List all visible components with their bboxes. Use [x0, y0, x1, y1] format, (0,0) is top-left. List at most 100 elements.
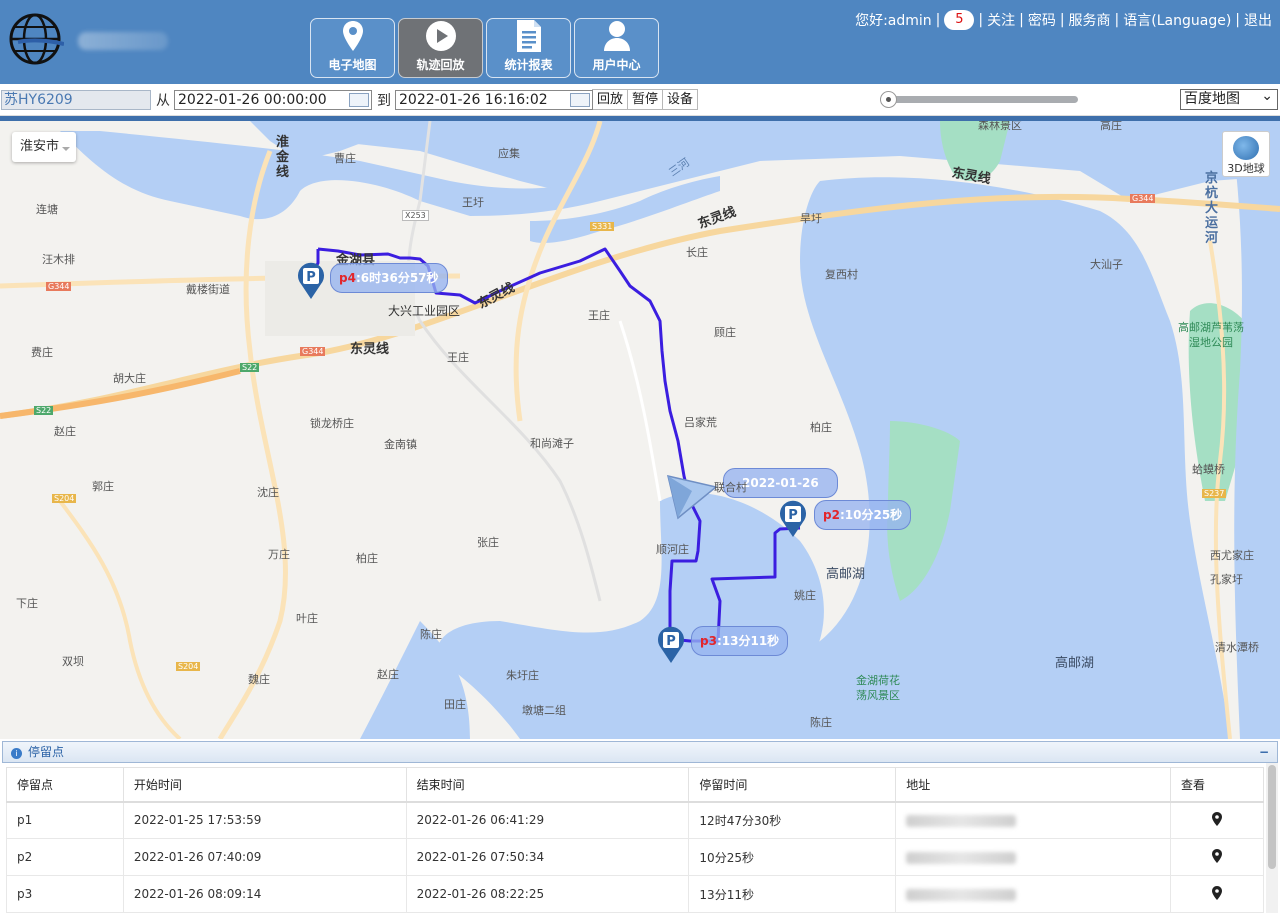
map-label: 东灵线: [350, 342, 390, 357]
map-label: 森林景区: [978, 121, 1022, 132]
map-view[interactable]: 淮安市 3D地球 曹庄 应集 王圩 连塘 汪木排 戴楼街道 金湖县 大兴工业园区…: [0, 121, 1280, 739]
map-label: 费庄: [31, 346, 53, 359]
calendar-icon[interactable]: [349, 92, 369, 107]
play-icon: [424, 19, 458, 53]
nav-label: 轨迹回放: [416, 58, 465, 72]
road-shield: S22: [240, 363, 260, 372]
cell-duration: 13分11秒: [688, 875, 897, 913]
greeting: 您好:admin: [855, 13, 932, 29]
link-provider[interactable]: 服务商: [1069, 10, 1111, 30]
cell-start: 2022-01-26 07:40:09: [122, 838, 407, 876]
road-shield: S237: [1202, 489, 1227, 498]
table-row[interactable]: p1 2022-01-25 17:53:59 2022-01-26 06:41:…: [6, 801, 1264, 839]
map-label: 万庄: [268, 548, 290, 561]
link-follow[interactable]: 关注: [987, 10, 1015, 30]
locate-pin-icon[interactable]: [1212, 848, 1223, 863]
col-duration[interactable]: 停留时间: [688, 767, 897, 803]
scrollbar-thumb[interactable]: [1268, 765, 1276, 869]
map-label: 金南镇: [384, 438, 417, 451]
end-time-value: 2022-01-26 16:16:02: [399, 91, 548, 108]
map-label: 联合村: [714, 481, 747, 494]
cell-view: [1170, 801, 1264, 839]
map-label: 沈庄: [257, 486, 279, 499]
playback-speed-slider[interactable]: [880, 91, 1078, 108]
pause-button[interactable]: 暂停: [627, 89, 664, 110]
map-label: 王庄: [588, 309, 610, 322]
map-label: 复西村: [825, 268, 858, 281]
map-label: 朱圩庄: [506, 669, 539, 682]
locate-pin-icon[interactable]: [1212, 885, 1223, 900]
globe-logo-icon: [9, 13, 64, 65]
map-label: 孔家圩: [1210, 573, 1243, 586]
table-scrollbar[interactable]: [1266, 763, 1278, 913]
road-shield: G344: [300, 347, 326, 356]
table-row[interactable]: p3 2022-01-26 08:09:14 2022-01-26 08:22:…: [6, 875, 1264, 913]
nav-track-playback[interactable]: 轨迹回放: [398, 18, 483, 78]
col-start[interactable]: 开始时间: [122, 767, 407, 803]
message-count-badge[interactable]: 5: [944, 10, 975, 30]
cell-id: p3: [6, 875, 124, 913]
link-logout[interactable]: 退出: [1244, 10, 1272, 30]
col-address[interactable]: 地址: [895, 767, 1172, 803]
nav-label: 电子地图: [328, 58, 377, 72]
map-label: 郭庄: [92, 480, 114, 493]
stop-bubble-p2[interactable]: p2:10分25秒: [814, 500, 912, 530]
device-button[interactable]: 设备: [662, 89, 699, 110]
company-name-blurred: [78, 32, 168, 50]
map-label: 汪木排: [42, 253, 75, 266]
locate-pin-icon[interactable]: [1212, 811, 1223, 826]
svg-text:P: P: [306, 270, 316, 285]
parking-pin-icon[interactable]: P: [657, 626, 685, 664]
map-label: 长庄: [686, 246, 708, 259]
stop-bubble-p4[interactable]: p4:6时36分57秒: [330, 263, 448, 293]
map-label: 墩塘二组: [522, 704, 566, 717]
road-shield: S22: [34, 406, 54, 415]
vehicle-plate-input[interactable]: 苏HY6209: [1, 89, 151, 110]
map-label: 姚庄: [794, 589, 816, 602]
stop-table-container: 停留点 开始时间 结束时间 停留时间 地址 查看 p1 2022-01-25 1…: [6, 767, 1264, 913]
map-label: 顾庄: [714, 326, 736, 339]
map-label: 双坝: [62, 655, 84, 668]
slider-handle[interactable]: [880, 91, 897, 108]
col-end[interactable]: 结束时间: [405, 767, 690, 803]
link-password[interactable]: 密码: [1028, 10, 1056, 30]
to-label: 到: [377, 92, 391, 109]
map-label: 大汕子: [1090, 258, 1123, 271]
nav-label: 用户中心: [592, 58, 641, 72]
map-label: 吕家荒: [684, 416, 717, 429]
road-shield: G344: [1130, 194, 1156, 203]
3d-globe-button[interactable]: 3D地球: [1222, 131, 1270, 177]
parking-pin-icon[interactable]: P: [779, 500, 807, 538]
start-time-input[interactable]: 2022-01-26 00:00:00: [174, 89, 372, 110]
cell-start: 2022-01-26 08:09:14: [122, 875, 407, 913]
nav-electronic-map[interactable]: 电子地图: [310, 18, 395, 78]
link-language[interactable]: 语言(Language): [1123, 10, 1231, 30]
col-view[interactable]: 查看: [1170, 767, 1264, 803]
col-stop[interactable]: 停留点: [6, 767, 124, 803]
city-select[interactable]: 淮安市: [12, 132, 76, 162]
calendar-icon[interactable]: [570, 92, 590, 107]
map-type-select[interactable]: 百度地图: [1180, 87, 1278, 110]
globe-icon: [1233, 136, 1259, 160]
road-shield: S204: [176, 662, 201, 671]
map-label: 曹庄: [334, 152, 356, 165]
stop-duration: 6时36分57秒: [360, 271, 439, 285]
from-label: 从: [156, 92, 170, 109]
map-label: 京杭大运河: [1205, 171, 1219, 246]
parking-pin-icon[interactable]: P: [297, 262, 325, 300]
nav-user-center[interactable]: 用户中心: [574, 18, 659, 78]
map-label: 淮金线: [276, 135, 290, 180]
main-nav: 电子地图 轨迹回放 统计报表 用户中心: [310, 18, 659, 78]
cell-address: [895, 875, 1172, 913]
table-row[interactable]: p2 2022-01-26 07:40:09 2022-01-26 07:50:…: [6, 838, 1264, 876]
map-canvas: [0, 121, 1280, 739]
map-label: 赵庄: [377, 668, 399, 681]
nav-reports[interactable]: 统计报表: [486, 18, 571, 78]
collapse-button[interactable]: −: [1259, 742, 1269, 762]
end-time-input[interactable]: 2022-01-26 16:16:02: [395, 89, 593, 110]
cell-id: p2: [6, 838, 124, 876]
stop-bubble-p3[interactable]: p3:13分11秒: [691, 626, 789, 656]
playback-button[interactable]: 回放: [592, 89, 629, 110]
map-label: 旱圩: [800, 212, 822, 225]
stop-id: p2: [823, 508, 840, 522]
